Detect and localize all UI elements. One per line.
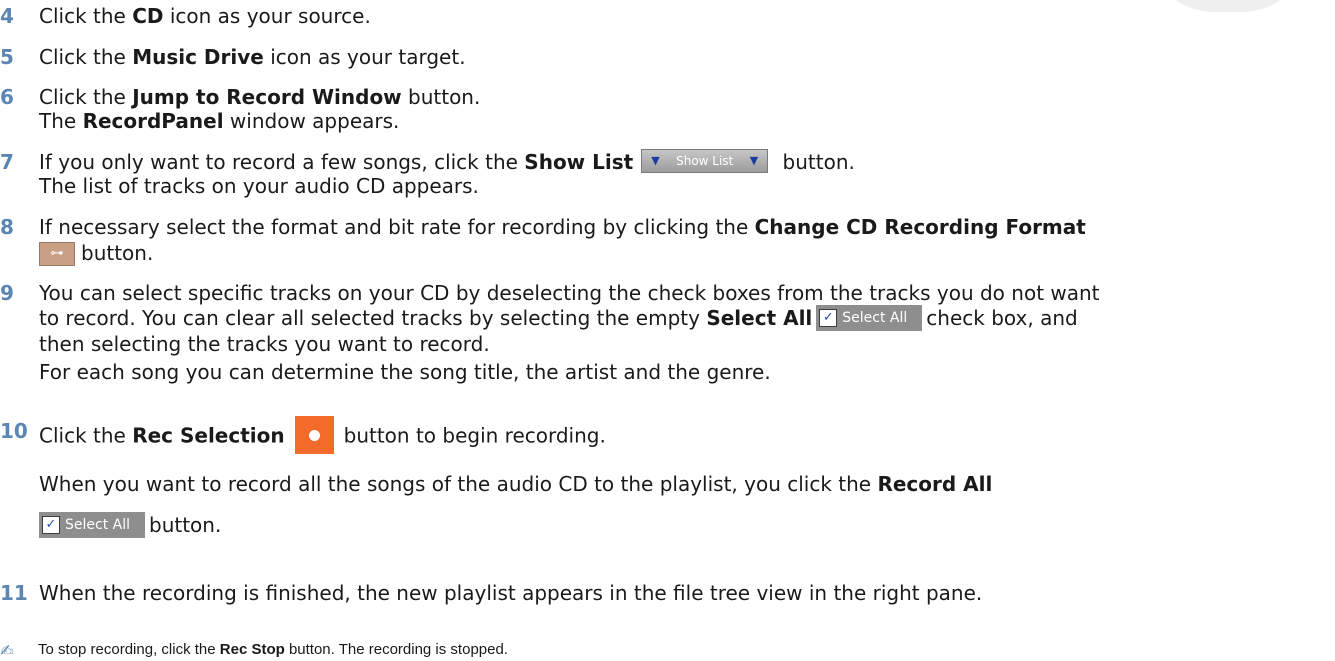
select-all-checkbox-icon: ✓ Select All: [816, 304, 923, 331]
step-number: 11: [0, 581, 28, 605]
step-text: Click the Rec Selection button to begin r…: [39, 416, 606, 456]
step-text: If you only want to record a few songs, …: [39, 148, 855, 174]
chevron-down-icon: ▼: [651, 153, 660, 167]
step-text: Click the Music Drive icon as your targe…: [39, 45, 466, 69]
step-number: 8: [0, 215, 14, 239]
select-all-button-icon: ✓ Select All: [39, 511, 145, 538]
checkbox-icon: ✓: [42, 515, 60, 534]
corner-decoration: [1143, 0, 1313, 12]
step-number: 10: [0, 419, 28, 443]
step-number: 6: [0, 85, 14, 109]
step-text: When the recording is finished, the new …: [39, 581, 983, 605]
step-text: If necessary select the format and bit r…: [39, 215, 1086, 239]
step-number: 5: [0, 45, 14, 69]
note-pen-icon: ✍: [0, 641, 14, 660]
step-text: Click the CD icon as your source.: [39, 4, 371, 28]
chevron-down-icon: ▼: [749, 153, 759, 167]
show-list-button-icon: ▼ Show List ▼: [641, 148, 769, 173]
checkbox-icon: ✓: [819, 308, 838, 327]
step-text: Click the Jump to Record Window button.: [39, 85, 481, 109]
record-button-icon: [294, 416, 334, 454]
record-dot-icon: [308, 430, 320, 441]
step-number: 9: [0, 281, 14, 305]
step-number: 4: [0, 4, 14, 28]
step-text: You can select specific tracks on your C…: [39, 281, 1100, 305]
wrench-icon: ⊶: [39, 241, 75, 266]
step-number: 7: [0, 150, 14, 174]
